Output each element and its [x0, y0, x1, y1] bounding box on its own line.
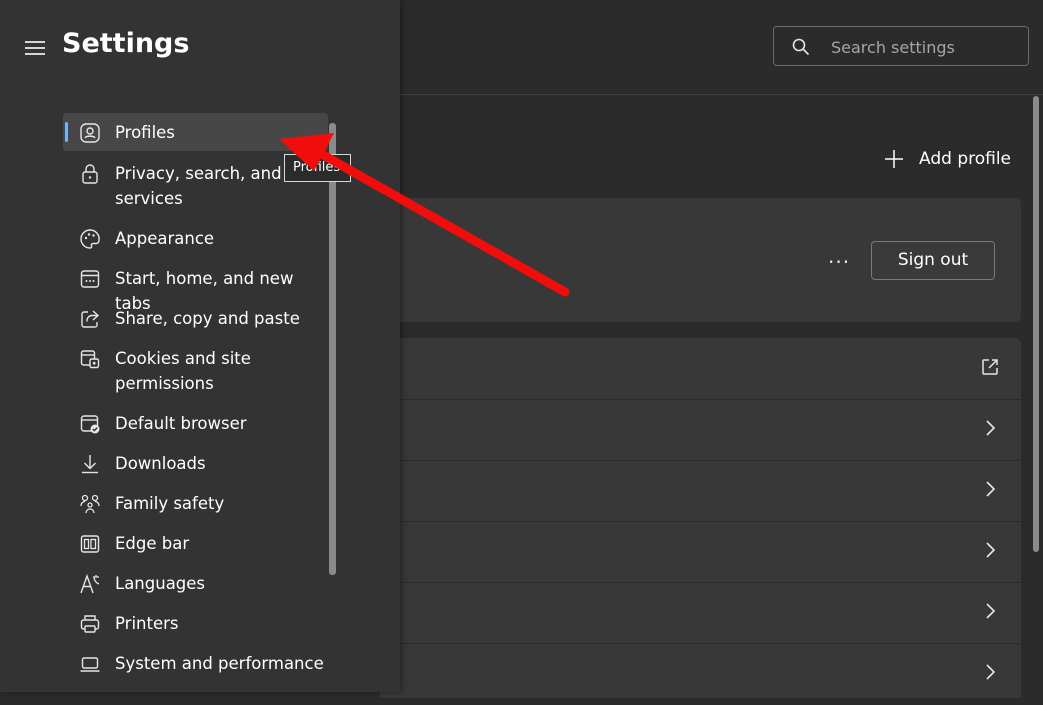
settings-sidebar: Settings Profiles Privacy, search, and s… [0, 0, 400, 692]
sign-out-button[interactable]: Sign out [871, 241, 995, 280]
settings-row[interactable] [380, 582, 1021, 644]
sidebar-item-appearance[interactable]: Appearance [63, 226, 328, 251]
sidebar-item-default-browser[interactable]: Default browser [63, 411, 328, 436]
sidebar-item-label: Appearance [115, 229, 215, 248]
languages-icon [80, 573, 100, 594]
sidebar-item-label: System and performance [115, 654, 324, 673]
tooltip: Profiles [284, 154, 351, 182]
sidebar-item-label: Profiles [115, 123, 175, 142]
sidebar-item-share[interactable]: Share, copy and paste [63, 306, 328, 331]
more-options-button[interactable]: ··· [828, 250, 850, 274]
sidebar-item-languages[interactable]: Languages [63, 571, 328, 596]
sidebar-item-label: Default browser [115, 414, 247, 433]
search-box[interactable] [773, 26, 1029, 66]
sidebar-item-label: Printers [115, 614, 179, 633]
settings-row[interactable] [380, 399, 1021, 461]
family-icon [80, 494, 100, 514]
sidebar-item-family-safety[interactable]: Family safety [63, 491, 328, 516]
palette-icon [80, 229, 100, 249]
lock-icon [82, 164, 98, 184]
sidebar-item-label: Share, copy and paste [115, 309, 300, 328]
chevron-right-icon [986, 420, 996, 436]
sidebar-item-label: Edge bar [115, 534, 190, 553]
settings-row[interactable] [380, 460, 1021, 522]
sidebar-item-label: Downloads [115, 454, 206, 473]
add-profile-label: Add profile [919, 149, 1012, 169]
settings-row[interactable] [380, 338, 1021, 400]
printer-icon [80, 615, 100, 633]
external-link-icon [982, 359, 998, 375]
sidebar-item-system[interactable]: System and performance [63, 651, 328, 676]
sidebar-item-label: Cookies and site permissions [115, 349, 251, 393]
chevron-right-icon [986, 481, 996, 497]
start-home-icon [80, 270, 100, 288]
profile-settings-list [380, 338, 1021, 705]
sidebar-item-printers[interactable]: Printers [63, 611, 328, 636]
share-icon [81, 310, 100, 328]
cookies-icon [80, 350, 100, 369]
active-indicator [65, 122, 68, 142]
profile-icon [80, 123, 100, 143]
system-icon [80, 657, 100, 672]
sidebar-item-profiles[interactable]: Profiles [63, 113, 328, 151]
settings-row[interactable] [380, 643, 1021, 705]
edge-bar-icon [80, 535, 100, 553]
search-icon [792, 38, 810, 56]
menu-icon[interactable] [25, 41, 45, 55]
sidebar-item-edge-bar[interactable]: Edge bar [63, 531, 328, 556]
sidebar-item-label: Languages [115, 574, 206, 593]
chevron-right-icon [986, 664, 996, 680]
search-input[interactable] [829, 35, 1023, 59]
header-divider [400, 94, 1043, 95]
sidebar-item-label: Privacy, search, and services [115, 164, 282, 208]
chevron-right-icon [986, 542, 996, 558]
add-profile-button[interactable]: Add profile [884, 145, 1011, 173]
settings-row[interactable] [380, 521, 1021, 583]
chevron-right-icon [986, 603, 996, 619]
sidebar-item-cookies[interactable]: Cookies and site permissions [63, 346, 328, 396]
main-scrollbar[interactable] [1033, 96, 1039, 552]
download-icon [82, 455, 98, 474]
sidebar-item-downloads[interactable]: Downloads [63, 451, 328, 476]
default-browser-icon [80, 415, 100, 434]
plus-icon [885, 150, 903, 168]
sidebar-item-label: Family safety [115, 494, 225, 513]
profile-card: ··· Sign out [380, 198, 1021, 322]
page-title: Settings [62, 28, 190, 59]
sidebar-scrollbar[interactable] [329, 123, 336, 575]
